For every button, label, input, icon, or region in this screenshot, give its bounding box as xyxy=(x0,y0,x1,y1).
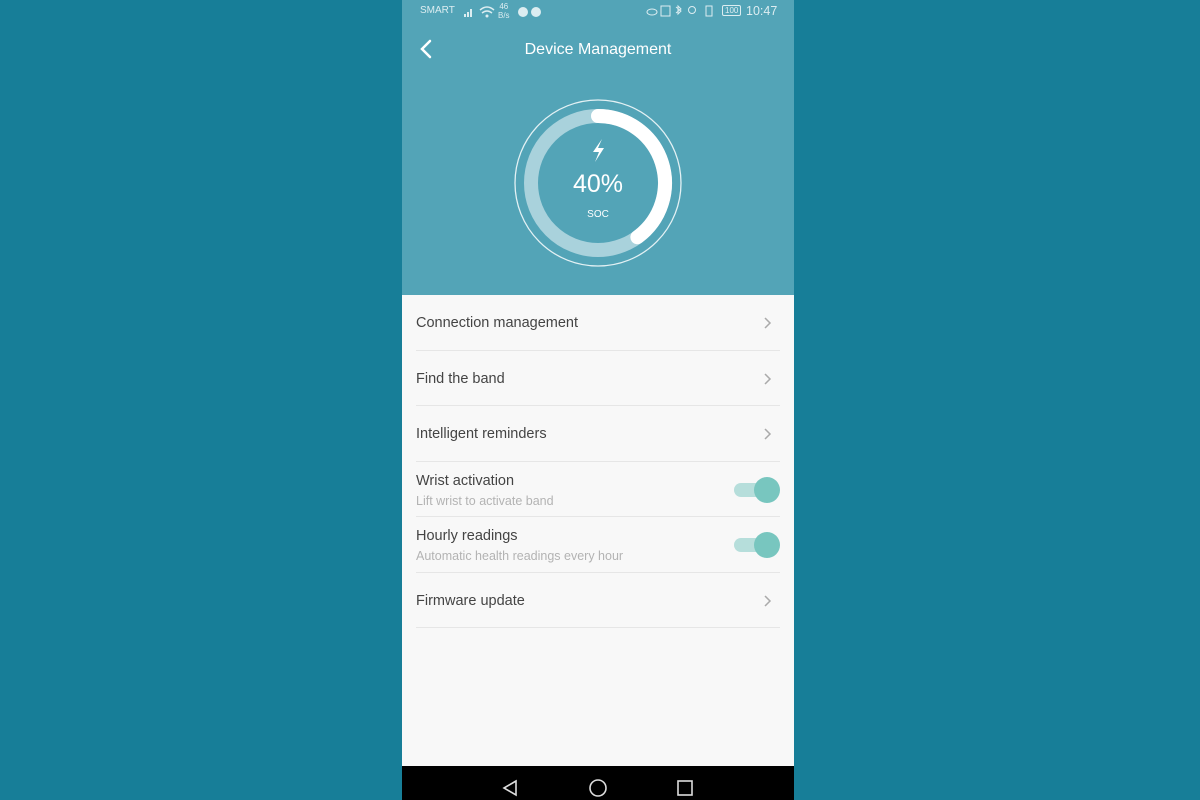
clock: 10:47 xyxy=(746,4,778,18)
lightning-bolt-icon xyxy=(593,139,604,162)
signal-wifi-icons xyxy=(464,6,495,18)
carrier-label: SMART xyxy=(420,5,455,16)
item-title: Connection management xyxy=(416,315,579,331)
settings-item-firmware-update[interactable]: Firmware update xyxy=(416,573,780,628)
system-status-icons xyxy=(646,4,713,17)
item-subtitle: Lift wrist to activate band xyxy=(416,493,554,508)
item-title: Firmware update xyxy=(416,592,525,609)
toggle-knob xyxy=(754,532,780,558)
header: SMART 46 B/s 100 10:47 Device Management … xyxy=(402,0,794,295)
phone-screen: SMART 46 B/s 100 10:47 Device Management … xyxy=(402,0,794,800)
item-title: Intelligent reminders xyxy=(416,426,547,442)
chevron-right-icon xyxy=(764,372,772,385)
battery-indicator: 100 xyxy=(722,5,742,16)
settings-item-connection-management[interactable]: Connection management xyxy=(416,295,780,351)
messenger-spotify-icons xyxy=(518,7,541,17)
net-speed-value: 46 xyxy=(499,2,509,11)
item-subtitle: Automatic health readings every hour xyxy=(416,549,624,563)
item-title: Wrist activation xyxy=(416,472,515,489)
settings-item-intelligent-reminders[interactable]: Intelligent reminders xyxy=(416,406,780,462)
chevron-right-icon xyxy=(764,594,772,607)
net-speed: 46 B/s xyxy=(498,2,510,20)
net-speed-unit: B/s xyxy=(498,11,510,20)
settings-item-wrist-activation[interactable]: Wrist activation Lift wrist to activate b… xyxy=(416,462,780,517)
item-title: Hourly readings xyxy=(416,528,518,544)
soc-label: SOC xyxy=(587,209,609,220)
nav-back-icon[interactable] xyxy=(502,779,518,797)
toggle-switch[interactable] xyxy=(732,532,780,558)
settings-item-find-the-band[interactable]: Find the band xyxy=(416,351,780,406)
nav-home-icon[interactable] xyxy=(588,778,608,798)
item-title: Find the band xyxy=(416,370,505,387)
chevron-right-icon xyxy=(764,428,772,440)
settings-item-hourly-readings[interactable]: Hourly readings Automatic health readings… xyxy=(416,517,780,573)
navigation-bar xyxy=(402,766,794,800)
nav-recents-icon[interactable] xyxy=(676,779,694,797)
page-title: Device Management xyxy=(524,41,672,58)
battery-percent: 40% xyxy=(572,170,624,198)
chevron-right-icon xyxy=(764,317,772,329)
toggle-knob xyxy=(754,476,780,503)
toggle-switch[interactable] xyxy=(732,476,780,503)
